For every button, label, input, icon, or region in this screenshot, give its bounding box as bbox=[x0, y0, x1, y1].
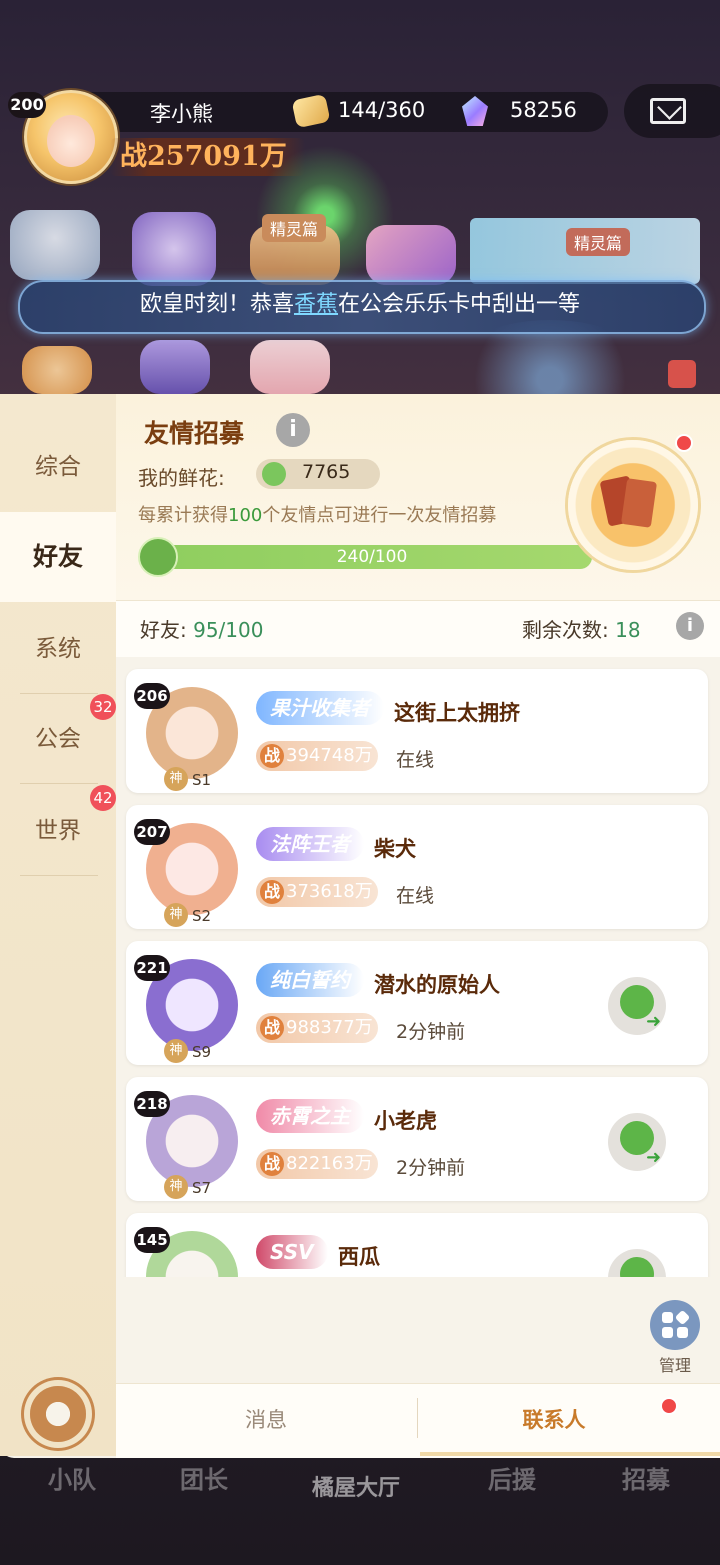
remaining-count: 剩余次数: 18 bbox=[522, 618, 641, 642]
god-rank-icon: 神 bbox=[164, 1175, 188, 1199]
player-name: 李小熊 bbox=[150, 102, 213, 126]
friend-power: 战 822163万 bbox=[256, 1149, 378, 1179]
stamina-value: 144/360 bbox=[338, 98, 426, 122]
friend-title-badge: SSV bbox=[256, 1235, 328, 1269]
cat-decoration[interactable] bbox=[22, 346, 92, 394]
friend-title-badge: 法阵王者 bbox=[256, 827, 364, 861]
friend-title-badge: 果汁收集者 bbox=[256, 691, 384, 725]
recruit-notification-dot bbox=[675, 434, 693, 452]
remaining-info-icon[interactable]: i bbox=[676, 612, 704, 640]
friend-server: S9 bbox=[192, 1043, 212, 1061]
friend-name: 西瓜 bbox=[338, 1245, 380, 1269]
friend-name: 小老虎 bbox=[374, 1109, 437, 1133]
heart-chest-decoration[interactable] bbox=[366, 225, 456, 285]
send-arrow-icon: ➜ bbox=[646, 1147, 662, 1168]
game-nav-recruit[interactable]: 招募 bbox=[622, 1460, 670, 1500]
active-tab-underline bbox=[420, 1452, 720, 1456]
manage-grid-icon bbox=[677, 1327, 688, 1338]
world-unread-badge: 42 bbox=[90, 785, 116, 811]
friend-count: 好友: 95/100 bbox=[140, 618, 264, 642]
clover-icon bbox=[262, 462, 286, 486]
game-nav-leader[interactable]: 团长 bbox=[180, 1460, 228, 1500]
manage-button[interactable] bbox=[650, 1300, 700, 1350]
sidebar-item-friends[interactable]: 好友 bbox=[0, 512, 116, 602]
info-icon[interactable]: i bbox=[276, 413, 310, 447]
character-portrait-decoration[interactable] bbox=[10, 210, 100, 280]
god-rank-icon: 神 bbox=[164, 767, 188, 791]
trophy-decoration[interactable] bbox=[140, 340, 210, 394]
sidebar-divider bbox=[20, 783, 98, 784]
friend-server: S7 bbox=[192, 1179, 212, 1197]
friend-row[interactable]: 207 神 S2 法阵王者 柴犬战 373618万 在线 bbox=[126, 805, 708, 929]
settings-gear-icon[interactable] bbox=[30, 1386, 86, 1442]
power-glyph: 战 bbox=[260, 744, 284, 768]
progress-text: 240/100 bbox=[336, 547, 408, 567]
friend-title-badge: 纯白誓约 bbox=[256, 963, 364, 997]
tab-messages[interactable]: 消息 bbox=[116, 1383, 416, 1457]
announcement-player-link[interactable]: 香蕉 bbox=[294, 292, 338, 317]
friend-status: 在线 bbox=[396, 885, 435, 907]
game-nav-team[interactable]: 小队 bbox=[48, 1460, 96, 1500]
friend-power: 战 988377万 bbox=[256, 1013, 378, 1043]
power-glyph: 战 bbox=[260, 1152, 284, 1176]
recruit-title: 友情招募 bbox=[144, 419, 245, 448]
friend-power: 战 394748万 bbox=[256, 741, 378, 771]
manage-grid-icon bbox=[662, 1327, 673, 1338]
guild-unread-badge: 32 bbox=[90, 694, 116, 720]
friend-name: 柴犬 bbox=[374, 837, 416, 861]
friend-server: S2 bbox=[192, 907, 212, 925]
friend-level: 218 bbox=[134, 1091, 170, 1117]
friend-status: 2分钟前 bbox=[396, 1021, 466, 1043]
friend-level: 145 bbox=[134, 1227, 170, 1253]
friend-level: 206 bbox=[134, 683, 170, 709]
manage-grid-icon bbox=[662, 1312, 673, 1323]
friend-level: 221 bbox=[134, 955, 170, 981]
mail-icon[interactable] bbox=[650, 98, 686, 124]
announcement-text: 欧皇时刻！恭喜香蕉在公会乐乐卡中刮出一等 bbox=[139, 292, 581, 317]
sidebar-item-general[interactable]: 综合 bbox=[0, 422, 116, 512]
flowers-value: 7765 bbox=[302, 461, 351, 483]
friend-name: 这街上太拥挤 bbox=[394, 701, 520, 725]
event-banner-tag: 精灵篇 bbox=[566, 228, 631, 256]
send-arrow-icon: ➜ bbox=[646, 1011, 662, 1032]
clover-bouquet-icon bbox=[138, 537, 178, 577]
gift-box-decoration[interactable] bbox=[250, 340, 330, 394]
friend-title-badge: 赤霄之主 bbox=[256, 1099, 364, 1133]
friend-status: 在线 bbox=[396, 749, 435, 771]
friend-row[interactable]: 145SSV西瓜➜ bbox=[126, 1213, 708, 1277]
power-glyph: 战 bbox=[260, 880, 284, 904]
episode-tag: 精灵篇 bbox=[262, 214, 327, 242]
friend-status: 2分钟前 bbox=[396, 1157, 466, 1179]
game-nav-lobby[interactable]: 橘屋大厅 bbox=[312, 1470, 400, 1510]
recruit-card-icon bbox=[620, 478, 658, 528]
contacts-notification-dot bbox=[660, 1397, 678, 1415]
recruit-description: 每累计获得100个友情点可进行一次友情招募 bbox=[138, 505, 497, 526]
flowers-label: 我的鲜花: bbox=[138, 466, 225, 490]
friend-server: S1 bbox=[192, 771, 212, 789]
god-rank-icon: 神 bbox=[164, 1039, 188, 1063]
friend-row[interactable]: 206 神 S1 果汁收集者 这街上太拥挤战 394748万 在线 bbox=[126, 669, 708, 793]
gem-value: 58256 bbox=[510, 98, 577, 122]
cat-badge-decoration[interactable] bbox=[132, 212, 216, 286]
small-gift-icon[interactable] bbox=[668, 360, 696, 388]
player-level: 200 bbox=[8, 92, 46, 118]
game-nav-support[interactable]: 后援 bbox=[488, 1460, 536, 1500]
tab-contacts[interactable]: 联系人 bbox=[404, 1383, 704, 1457]
friend-row[interactable]: 218 神 S7 赤霄之主 小老虎战 822163万 2分钟前 ➜ bbox=[126, 1077, 708, 1201]
sidebar-divider bbox=[20, 875, 98, 876]
friend-level: 207 bbox=[134, 819, 170, 845]
friend-list[interactable]: 206 神 S1 果汁收集者 这街上太拥挤战 394748万 在线 207 神 S2 法阵王者 柴犬战… bbox=[116, 657, 720, 1277]
god-rank-icon: 神 bbox=[164, 903, 188, 927]
friend-power: 战 373618万 bbox=[256, 877, 378, 907]
sidebar-item-system[interactable]: 系统 bbox=[0, 604, 116, 694]
friend-name: 潜水的原始人 bbox=[374, 973, 500, 997]
friend-row[interactable]: 221 神 S9 纯白誓约 潜水的原始人战 988377万 2分钟前 ➜ bbox=[126, 941, 708, 1065]
manage-label: 管理 bbox=[658, 1356, 691, 1375]
power-glyph: 战 bbox=[260, 1016, 284, 1040]
